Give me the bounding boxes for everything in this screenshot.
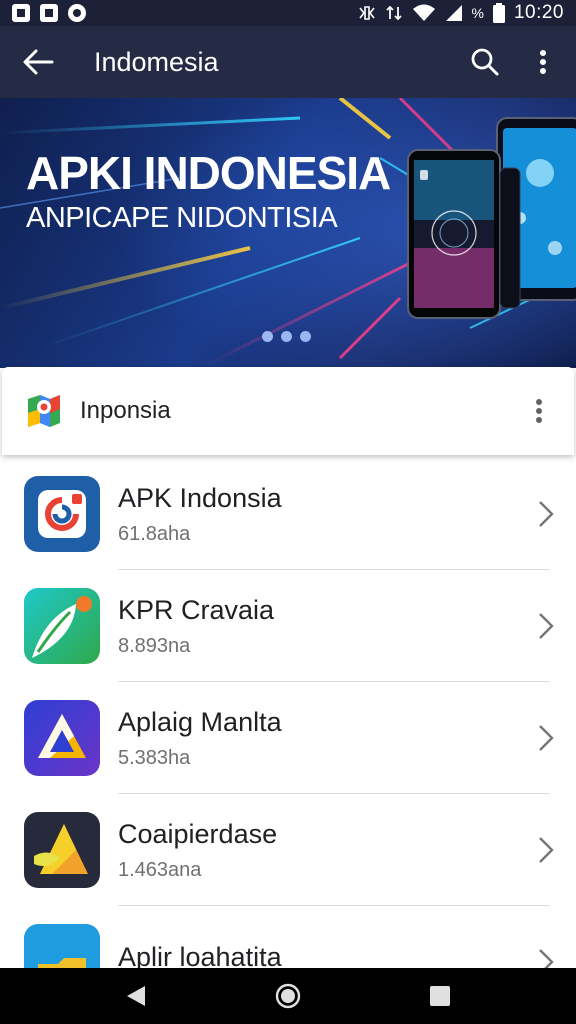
phone-illustration-front xyxy=(407,149,501,319)
page-indicator-dot xyxy=(281,331,292,342)
list-item[interactable]: KPR Cravaia 8.893na xyxy=(0,570,576,682)
back-button[interactable] xyxy=(0,26,76,98)
app-name: KPR Cravaia xyxy=(118,594,275,625)
battery-percent: % xyxy=(471,5,484,21)
nav-recents-icon xyxy=(430,986,450,1006)
card-title: Inponsia xyxy=(80,397,171,424)
app-size: 5.383ha xyxy=(118,746,191,769)
app-name: APK Indonsia xyxy=(118,482,282,513)
chevron-right-icon xyxy=(516,612,576,640)
system-navigation-bar xyxy=(0,968,576,1024)
chevron-right-icon xyxy=(516,500,576,528)
list-item[interactable]: APK Indonsia 61.8aha xyxy=(0,458,576,570)
search-button[interactable] xyxy=(456,26,514,98)
app-size: 61.8aha xyxy=(118,522,191,545)
app-list: APK Indonsia 61.8aha KPR Cravaia 8.893na… xyxy=(0,458,576,1018)
list-item[interactable]: Coaipierdase 1.463ana xyxy=(0,794,576,906)
clock: 10:20 xyxy=(513,2,564,23)
banner-subtitle: ANPICAPE NIDONTISIA xyxy=(26,202,338,234)
status-bar: % 10:20 xyxy=(0,0,576,26)
vibrate-icon xyxy=(358,6,375,20)
app-triangle-icon xyxy=(24,700,100,776)
app-size: 1.463ana xyxy=(118,858,202,881)
list-item[interactable]: Aplaig Manlta 5.383ha xyxy=(0,682,576,794)
signal-icon xyxy=(445,5,462,21)
wifi-icon xyxy=(412,4,435,21)
category-card-header[interactable]: Inponsia xyxy=(2,367,574,455)
app-name: Aplaig Manlta xyxy=(118,706,282,737)
data-icon xyxy=(385,5,402,21)
maps-logo-icon xyxy=(2,391,80,431)
app-name: Coaipierdase xyxy=(118,818,278,849)
circle-icon xyxy=(68,4,86,22)
notification-icon xyxy=(40,4,58,22)
nav-home-button[interactable] xyxy=(258,968,318,1024)
status-notifications xyxy=(12,4,86,22)
status-system-icons: % 10:20 xyxy=(358,2,565,24)
page-indicator-dot xyxy=(262,331,273,342)
nav-back-icon xyxy=(127,986,145,1006)
search-icon xyxy=(471,48,499,76)
overflow-menu-button[interactable] xyxy=(514,26,572,98)
app-leaf-icon xyxy=(24,588,100,664)
more-vert-icon xyxy=(540,50,546,74)
photo-icon xyxy=(12,4,30,22)
app-bar: Indomesia xyxy=(0,26,576,98)
app-prism-icon xyxy=(24,812,100,888)
more-vert-icon xyxy=(536,399,542,423)
page-indicator xyxy=(262,331,311,342)
card-more-button[interactable] xyxy=(504,367,574,455)
page-title: Indomesia xyxy=(94,46,219,77)
banner-title: APKI INDONESIA xyxy=(26,147,391,199)
nav-recents-button[interactable] xyxy=(410,968,470,1024)
promo-banner[interactable]: APKI INDONESIA ANPICAPE NIDONTISIA xyxy=(0,98,576,368)
app-swirl-icon xyxy=(24,476,100,552)
chevron-right-icon xyxy=(516,836,576,864)
battery-icon xyxy=(492,3,505,23)
nav-home-icon xyxy=(275,983,301,1009)
back-arrow-icon xyxy=(23,49,54,75)
page-indicator-dot xyxy=(300,331,311,342)
chevron-right-icon xyxy=(516,724,576,752)
app-size: 8.893na xyxy=(118,634,191,657)
nav-back-button[interactable] xyxy=(106,968,166,1024)
